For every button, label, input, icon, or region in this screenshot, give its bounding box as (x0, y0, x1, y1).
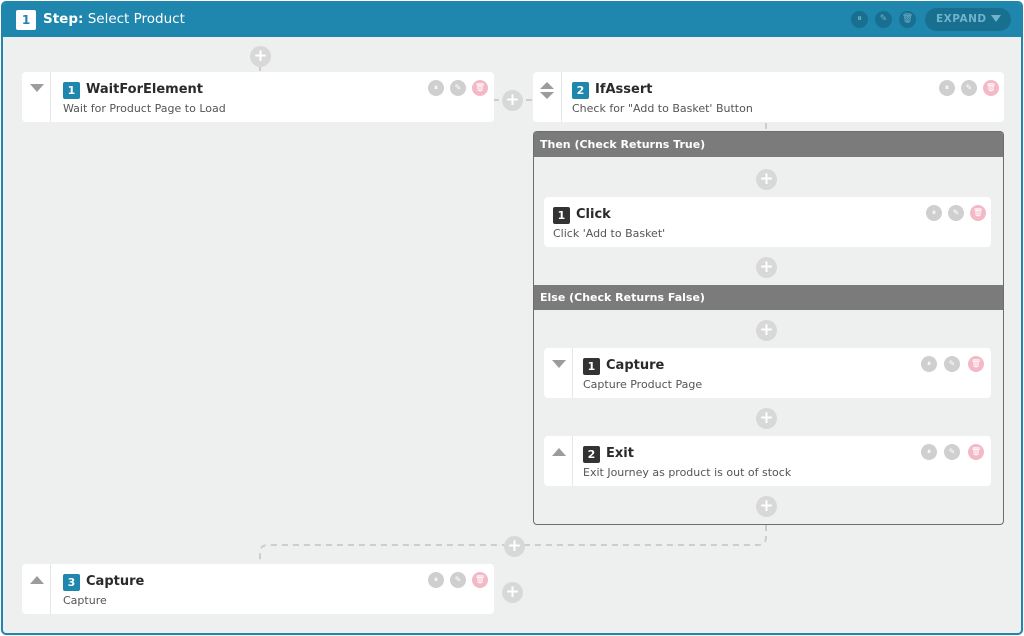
action-card-exit[interactable]: 2 Exit Exit Journey as product is out of… (544, 436, 991, 486)
pause-icon[interactable]: ⏸ (428, 80, 444, 96)
add-then-action-button[interactable]: + (756, 169, 777, 190)
edit-icon[interactable]: ✎ (944, 444, 960, 460)
pause-icon[interactable]: ⏸ (428, 572, 444, 588)
add-else-action-between-button[interactable]: + (756, 408, 777, 429)
pause-icon[interactable]: ⏸ (921, 444, 937, 460)
expand-toggle[interactable] (544, 436, 573, 486)
action-subtitle: Exit Journey as product is out of stock (583, 466, 792, 479)
pause-icon[interactable]: ⏸ (921, 356, 937, 372)
edit-icon[interactable]: ✎ (450, 572, 466, 588)
action-card-capture[interactable]: 3 Capture Capture ⏸ ✎ 🗑 (22, 564, 494, 614)
action-number: 1 (553, 207, 570, 224)
expand-collapse-toggle[interactable] (533, 72, 562, 122)
add-action-after-branch-button[interactable]: + (504, 536, 525, 557)
action-subtitle: Check for "Add to Basket' Button (572, 102, 753, 115)
caret-up-icon (30, 576, 44, 584)
action-subtitle: Capture Product Page (583, 378, 703, 391)
expand-toggle[interactable] (22, 564, 51, 614)
action-subtitle: Click 'Add to Basket' (553, 227, 666, 240)
action-title: IfAssert (595, 82, 653, 97)
edit-icon[interactable]: ✎ (450, 80, 466, 96)
delete-icon[interactable]: 🗑 (970, 205, 986, 221)
action-number: 3 (63, 574, 80, 591)
delete-icon[interactable]: 🗑 (983, 80, 999, 96)
caret-down-icon (552, 360, 566, 368)
action-title: Click (576, 207, 611, 222)
action-number: 2 (583, 446, 600, 463)
action-title: Exit (606, 446, 634, 461)
action-number: 1 (63, 82, 80, 99)
edit-icon[interactable]: ✎ (961, 80, 977, 96)
delete-icon[interactable]: 🗑 (472, 80, 488, 96)
action-title: WaitForElement (86, 82, 203, 97)
action-card-click[interactable]: 1 Click Click 'Add to Basket' ⏸ ✎ 🗑 (544, 197, 991, 247)
caret-down-icon (540, 92, 554, 99)
caret-up-icon (540, 82, 554, 89)
add-action-between-button[interactable]: + (502, 90, 523, 111)
pause-icon[interactable]: ⏸ (939, 80, 955, 96)
caret-up-icon (552, 448, 566, 456)
else-branch-header: Else (Check Returns False) (534, 285, 1003, 310)
add-else-action-button[interactable]: + (756, 320, 777, 341)
delete-icon[interactable]: 🗑 (968, 444, 984, 460)
add-else-action-after-button[interactable]: + (756, 496, 777, 517)
action-card-waitforelement[interactable]: 1 WaitForElement Wait for Product Page t… (22, 72, 494, 122)
edit-icon[interactable]: ✎ (944, 356, 960, 372)
step-panel: 1 Step: Select Product ⏸ ✎ 🗑 EXPAND + 1 … (1, 1, 1023, 635)
pause-icon[interactable]: ⏸ (926, 205, 942, 221)
edit-icon[interactable]: ✎ (948, 205, 964, 221)
action-subtitle: Wait for Product Page to Load (63, 102, 226, 115)
add-action-top-button[interactable]: + (250, 46, 271, 67)
action-title: Capture (86, 574, 145, 589)
collapse-toggle[interactable] (22, 72, 51, 122)
action-card-capture-product-page[interactable]: 1 Capture Capture Product Page ⏸ ✎ 🗑 (544, 348, 991, 398)
action-number: 1 (583, 358, 600, 375)
action-number: 2 (572, 82, 589, 99)
collapse-toggle[interactable] (544, 348, 573, 398)
then-branch-header: Then (Check Returns True) (534, 132, 1003, 157)
add-then-action-after-button[interactable]: + (756, 257, 777, 278)
action-card-ifassert[interactable]: 2 IfAssert Check for "Add to Basket' But… (533, 72, 1004, 122)
delete-icon[interactable]: 🗑 (968, 356, 984, 372)
action-title: Capture (606, 358, 665, 373)
action-subtitle: Capture (63, 594, 107, 607)
delete-icon[interactable]: 🗑 (472, 572, 488, 588)
add-action-end-button[interactable]: + (502, 582, 523, 603)
caret-down-icon (30, 84, 44, 92)
